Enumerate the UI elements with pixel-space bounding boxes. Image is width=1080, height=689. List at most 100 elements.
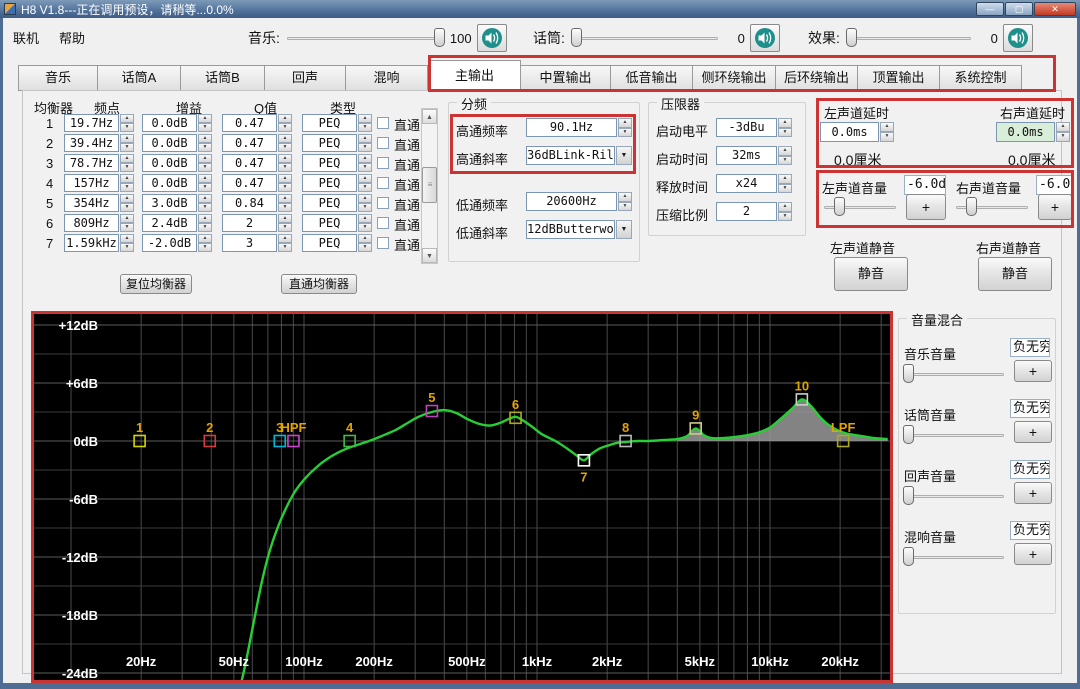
- spin-up-icon[interactable]: ▲: [278, 234, 292, 243]
- scroll-up-icon[interactable]: ▲: [422, 109, 437, 124]
- spin-down-icon[interactable]: ▼: [778, 128, 792, 138]
- spin-up-icon[interactable]: ▲: [120, 194, 134, 203]
- spin-down-icon[interactable]: ▼: [358, 243, 372, 252]
- slider-track[interactable]: [904, 434, 1004, 437]
- eq-bypass-checkbox[interactable]: [377, 197, 389, 209]
- spin-up-icon[interactable]: ▲: [278, 154, 292, 163]
- limiter-spinner-value[interactable]: 32ms: [716, 146, 777, 165]
- mix-plus-button[interactable]: +: [1014, 482, 1052, 504]
- menu-item-connect[interactable]: 联机: [3, 18, 49, 47]
- eq-q-spinner-value[interactable]: 0.47: [222, 174, 277, 192]
- eq-q-spinner-value[interactable]: 3: [222, 234, 277, 252]
- delay-right-value[interactable]: 0.0ms: [996, 122, 1055, 142]
- spin-up-icon[interactable]: ▲: [358, 214, 372, 223]
- scroll-down-icon[interactable]: ▼: [422, 248, 437, 263]
- master-volume-slider[interactable]: [285, 28, 445, 48]
- slider-track[interactable]: [287, 37, 443, 40]
- spin-down-icon[interactable]: ▼: [880, 132, 894, 142]
- spin-down-icon[interactable]: ▼: [278, 143, 292, 152]
- slider-thumb[interactable]: [571, 28, 582, 47]
- scrollbar-thumb[interactable]: ≡: [422, 167, 437, 203]
- spin-up-icon[interactable]: ▲: [358, 234, 372, 243]
- slider-thumb[interactable]: [903, 547, 914, 566]
- spin-up-icon[interactable]: ▲: [198, 134, 212, 143]
- eq-scrollbar[interactable]: ▲ ≡ ▼: [421, 108, 438, 264]
- speaker-button[interactable]: [477, 24, 507, 52]
- spin-up-icon[interactable]: ▲: [778, 146, 792, 156]
- spin-up-icon[interactable]: ▲: [358, 174, 372, 183]
- spin-down-icon[interactable]: ▼: [198, 163, 212, 172]
- eq-gain-spinner-value[interactable]: 0.0dB: [142, 134, 197, 152]
- spin-up-icon[interactable]: ▲: [1056, 122, 1070, 132]
- tab-顶置输出[interactable]: 顶置输出: [858, 65, 940, 91]
- mute-left-button[interactable]: 静音: [834, 257, 908, 291]
- tab-话筒B[interactable]: 话筒B: [181, 65, 265, 91]
- hpf-slope-combo[interactable]: 36dBLink-Riley ▼: [526, 146, 632, 165]
- eq-type-spinner-value[interactable]: PEQ: [302, 194, 357, 212]
- spin-down-icon[interactable]: ▼: [198, 183, 212, 192]
- slider-track[interactable]: [904, 495, 1004, 498]
- slider-thumb[interactable]: [434, 28, 445, 47]
- slider-track[interactable]: [847, 37, 971, 40]
- spin-up-icon[interactable]: ▲: [198, 174, 212, 183]
- mix-plus-button[interactable]: +: [1014, 543, 1052, 565]
- spin-up-icon[interactable]: ▲: [198, 214, 212, 223]
- spin-down-icon[interactable]: ▼: [358, 143, 372, 152]
- spin-up-icon[interactable]: ▲: [278, 194, 292, 203]
- slider-track[interactable]: [572, 37, 718, 40]
- spin-down-icon[interactable]: ▼: [198, 203, 212, 212]
- volume-right-value[interactable]: -6.0d: [1036, 175, 1072, 195]
- spin-down-icon[interactable]: ▼: [120, 183, 134, 192]
- eq-type-spinner-value[interactable]: PEQ: [302, 154, 357, 172]
- eq-freq-spinner-value[interactable]: 39.4Hz: [64, 134, 119, 152]
- spin-up-icon[interactable]: ▲: [278, 174, 292, 183]
- hpf-slope-value[interactable]: 36dBLink-Riley: [526, 146, 615, 165]
- mix-row-value[interactable]: 负无穷: [1010, 521, 1050, 540]
- spin-up-icon[interactable]: ▲: [358, 194, 372, 203]
- mix-row-value[interactable]: 负无穷: [1010, 460, 1050, 479]
- spin-up-icon[interactable]: ▲: [278, 134, 292, 143]
- minimize-button[interactable]: —: [976, 2, 1004, 16]
- master-volume-slider[interactable]: [570, 28, 720, 48]
- speaker-button[interactable]: [1003, 24, 1033, 52]
- spin-up-icon[interactable]: ▲: [120, 134, 134, 143]
- tab-系统控制[interactable]: 系统控制: [940, 65, 1022, 91]
- spin-up-icon[interactable]: ▲: [880, 122, 894, 132]
- spin-up-icon[interactable]: ▲: [120, 154, 134, 163]
- mix-row-slider[interactable]: [902, 547, 1006, 567]
- eq-q-spinner-value[interactable]: 0.47: [222, 154, 277, 172]
- spin-down-icon[interactable]: ▼: [778, 184, 792, 194]
- spin-up-icon[interactable]: ▲: [778, 174, 792, 184]
- spin-down-icon[interactable]: ▼: [618, 128, 632, 138]
- spin-down-icon[interactable]: ▼: [618, 202, 632, 212]
- slider-thumb[interactable]: [966, 197, 977, 216]
- eq-bypass-checkbox[interactable]: [377, 217, 389, 229]
- master-volume-slider[interactable]: [845, 28, 973, 48]
- eq-q-spinner-value[interactable]: 0.47: [222, 134, 277, 152]
- lpf-freq-value[interactable]: 20600Hz: [526, 192, 617, 211]
- eq-type-spinner-value[interactable]: PEQ: [302, 134, 357, 152]
- eq-bypass-checkbox[interactable]: [377, 177, 389, 189]
- spin-down-icon[interactable]: ▼: [1056, 132, 1070, 142]
- spin-down-icon[interactable]: ▼: [358, 163, 372, 172]
- eq-freq-spinner-value[interactable]: 78.7Hz: [64, 154, 119, 172]
- slider-thumb[interactable]: [846, 28, 857, 47]
- lpf-slope-combo[interactable]: 12dBButterworth ▼: [526, 220, 632, 239]
- eq-q-spinner-value[interactable]: 0.84: [222, 194, 277, 212]
- tab-侧环绕输出[interactable]: 侧环绕输出: [693, 65, 776, 91]
- eq-freq-spinner-value[interactable]: 354Hz: [64, 194, 119, 212]
- eq-type-spinner-value[interactable]: PEQ: [302, 214, 357, 232]
- spin-down-icon[interactable]: ▼: [120, 243, 134, 252]
- volume-left-value[interactable]: -6.0d: [904, 175, 946, 195]
- spin-down-icon[interactable]: ▼: [358, 203, 372, 212]
- tab-主输出[interactable]: 主输出: [428, 60, 521, 91]
- spin-down-icon[interactable]: ▼: [358, 223, 372, 232]
- eq-gain-spinner-value[interactable]: 0.0dB: [142, 174, 197, 192]
- mix-row-value[interactable]: 负无穷: [1010, 399, 1050, 418]
- volume-left-slider[interactable]: [822, 197, 898, 217]
- spin-up-icon[interactable]: ▲: [120, 174, 134, 183]
- volume-left-plus-button[interactable]: +: [906, 194, 946, 220]
- slider-thumb[interactable]: [903, 425, 914, 444]
- speaker-button[interactable]: [750, 24, 780, 52]
- lpf-slope-value[interactable]: 12dBButterworth: [526, 220, 615, 239]
